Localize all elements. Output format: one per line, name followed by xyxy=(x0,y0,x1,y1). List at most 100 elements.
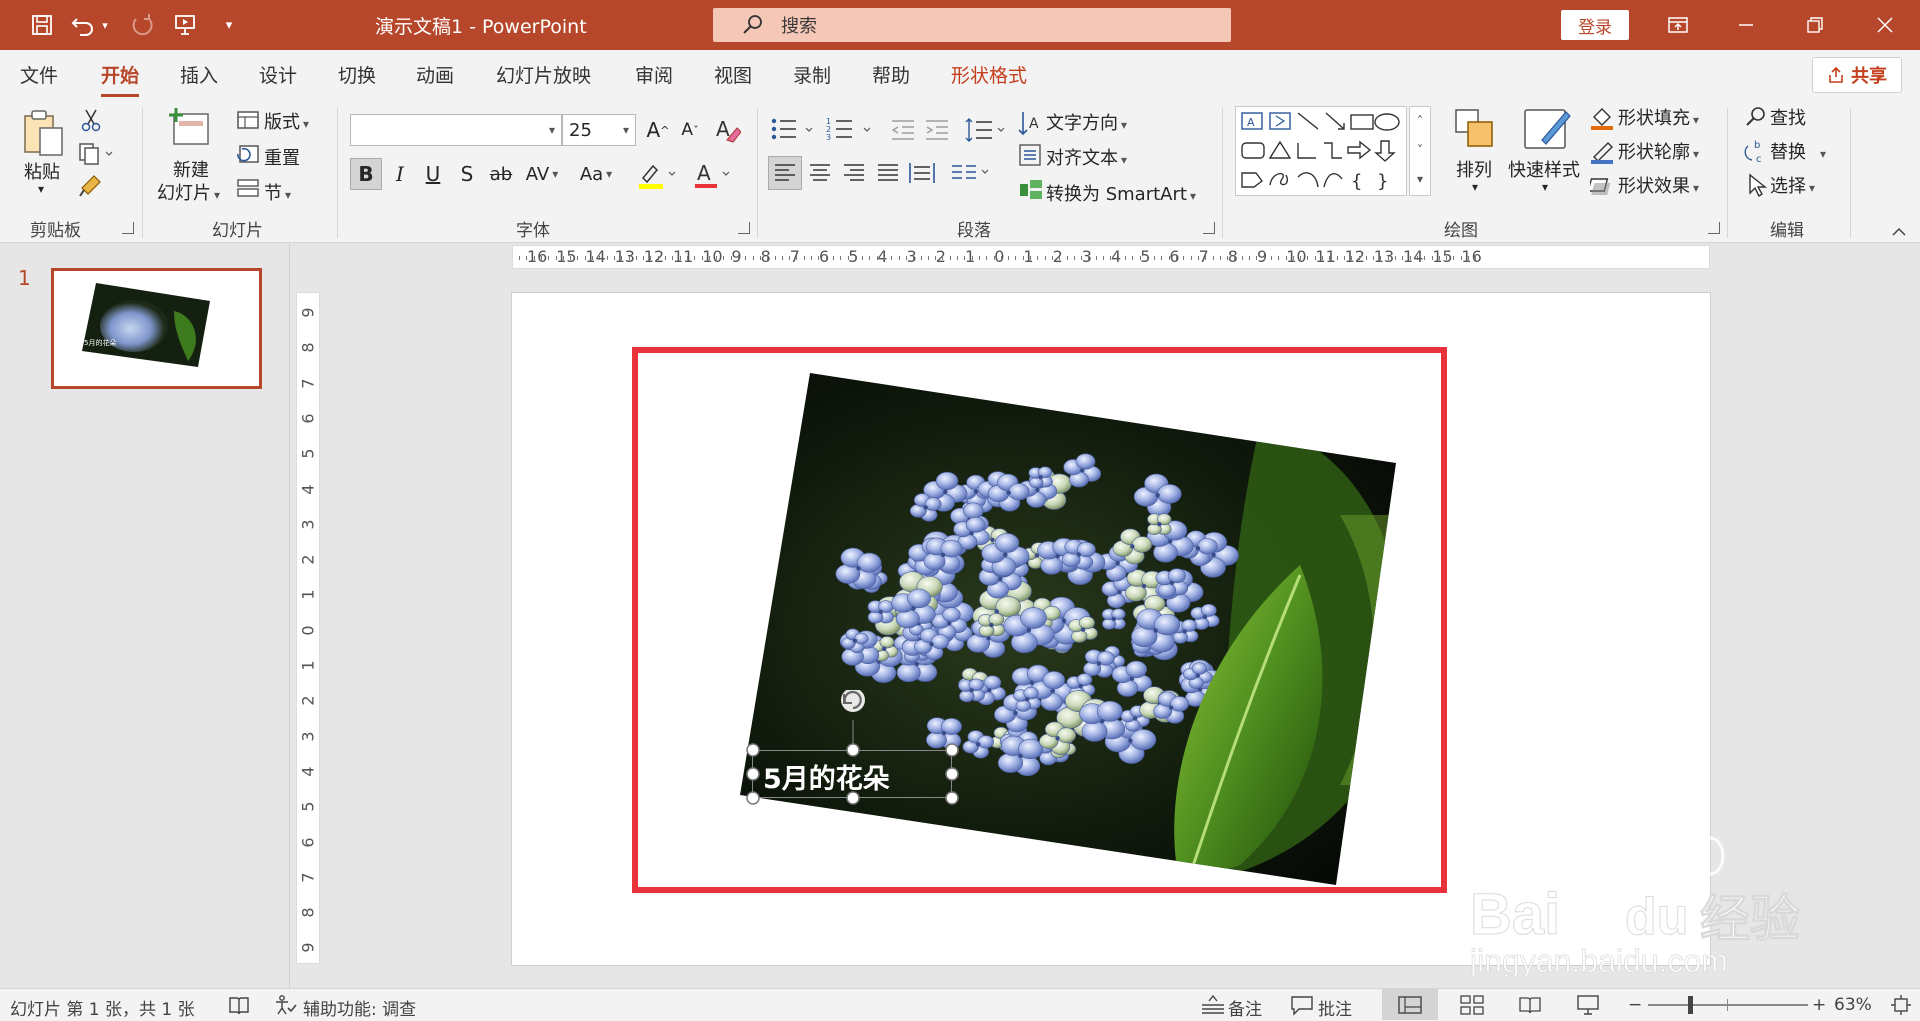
select-button[interactable]: 选择 ▾ xyxy=(1770,172,1815,198)
slide-thumbnail[interactable]: 5月的花朵 xyxy=(51,268,262,389)
underline-button[interactable]: U xyxy=(418,158,448,190)
ribbon-display-options-icon[interactable] xyxy=(1660,10,1696,40)
shapes-gallery[interactable]: A {} xyxy=(1235,106,1407,196)
share-button[interactable]: 共享 xyxy=(1812,57,1902,93)
quick-styles-label[interactable]: 快速样式 xyxy=(1508,156,1580,182)
accessibility-status[interactable]: 辅助功能: 调查 xyxy=(303,995,416,1020)
tab-record[interactable]: 录制 xyxy=(793,61,831,88)
quick-styles-dropdown-icon[interactable]: ▾ xyxy=(1542,180,1548,194)
font-size-dropdown-icon[interactable]: ▾ xyxy=(623,123,629,137)
fit-to-window-icon[interactable] xyxy=(1890,994,1912,1021)
smartart-icon[interactable] xyxy=(1018,178,1044,207)
reading-view-icon[interactable] xyxy=(1518,995,1542,1020)
slide-sorter-icon[interactable] xyxy=(1460,995,1484,1020)
select-icon[interactable] xyxy=(1746,173,1768,202)
customize-qat-icon[interactable]: ▾ xyxy=(215,11,243,39)
tab-help[interactable]: 帮助 xyxy=(872,61,910,88)
slideshow-view-icon[interactable] xyxy=(1576,994,1600,1021)
font-color-icon[interactable]: A xyxy=(693,160,735,195)
decrease-indent-icon[interactable] xyxy=(890,118,916,147)
align-text-button[interactable]: 对齐文本 ▾ xyxy=(1046,144,1127,170)
shrink-font-button[interactable]: Aˇ xyxy=(675,114,705,146)
close-icon[interactable] xyxy=(1867,10,1903,40)
paste-dropdown-icon[interactable]: ▾ xyxy=(38,182,44,196)
columns-icon[interactable] xyxy=(950,158,990,193)
justify-icon[interactable] xyxy=(872,157,904,194)
shape-fill-button[interactable]: 形状填充 ▾ xyxy=(1618,104,1699,130)
text-direction-button[interactable]: 文字方向 ▾ xyxy=(1046,109,1127,135)
align-center-icon[interactable] xyxy=(804,157,836,194)
layout-button[interactable]: 版式 ▾ xyxy=(264,108,309,134)
comments-button[interactable]: 批注 xyxy=(1318,995,1352,1020)
tab-animations[interactable]: 动画 xyxy=(416,61,454,88)
redo-icon[interactable] xyxy=(128,11,156,39)
shape-fill-icon[interactable] xyxy=(1590,105,1614,136)
zoom-slider-thumb[interactable] xyxy=(1688,996,1693,1014)
increase-indent-icon[interactable] xyxy=(924,118,950,147)
zoom-in-button[interactable]: + xyxy=(1812,995,1826,1015)
notes-icon[interactable] xyxy=(1200,993,1226,1020)
replace-button[interactable]: 替换 ▾ xyxy=(1770,138,1826,164)
undo-dropdown-icon[interactable]: ▾ xyxy=(98,11,112,39)
reset-icon[interactable] xyxy=(236,144,260,169)
shape-outline-icon[interactable] xyxy=(1590,139,1614,170)
tab-slideshow[interactable]: 幻灯片放映 xyxy=(496,61,591,88)
tab-design[interactable]: 设计 xyxy=(259,61,297,88)
minimize-icon[interactable] xyxy=(1728,10,1764,40)
align-left-button[interactable] xyxy=(768,156,802,190)
clear-formatting-icon[interactable]: A xyxy=(713,116,742,149)
save-icon[interactable] xyxy=(28,11,56,39)
search-box[interactable]: 搜索 xyxy=(713,8,1231,42)
find-button[interactable]: 查找 xyxy=(1770,104,1806,130)
layout-icon[interactable] xyxy=(236,110,260,135)
line-spacing-icon[interactable] xyxy=(964,116,1008,149)
paste-icon[interactable] xyxy=(22,108,66,163)
zoom-level[interactable]: 63% xyxy=(1834,995,1872,1015)
font-dialog-launcher[interactable] xyxy=(738,222,750,234)
arrange-icon[interactable] xyxy=(1452,106,1498,157)
font-name-combo[interactable]: ▾ xyxy=(350,114,562,146)
italic-button[interactable]: I xyxy=(385,158,415,190)
quick-styles-icon[interactable] xyxy=(1522,104,1572,159)
tab-transitions[interactable]: 切换 xyxy=(338,61,376,88)
tab-view[interactable]: 视图 xyxy=(714,61,752,88)
arrange-label[interactable]: 排列 xyxy=(1456,156,1492,182)
shape-effects-button[interactable]: 形状效果 ▾ xyxy=(1618,172,1699,198)
tab-file[interactable]: 文件 xyxy=(20,61,58,88)
new-slide-label-2[interactable]: 幻灯片 ▾ xyxy=(157,179,220,205)
section-button[interactable]: 节 ▾ xyxy=(264,179,291,205)
bullets-icon[interactable] xyxy=(770,116,814,147)
reset-button[interactable]: 重置 xyxy=(264,144,300,170)
convert-smartart-button[interactable]: 转换为 SmartArt ▾ xyxy=(1046,180,1196,206)
grow-font-button[interactable]: A ^ xyxy=(643,114,673,146)
highlight-icon[interactable] xyxy=(637,160,679,195)
comments-icon[interactable] xyxy=(1290,994,1314,1021)
undo-icon[interactable] xyxy=(70,11,98,39)
copy-icon[interactable] xyxy=(78,142,114,171)
selection-handles[interactable] xyxy=(740,690,965,810)
char-spacing-button[interactable]: AV ▾ xyxy=(522,158,562,190)
drawing-dialog-launcher[interactable] xyxy=(1708,222,1720,234)
align-right-icon[interactable] xyxy=(838,157,870,194)
replace-icon[interactable]: bc xyxy=(1744,138,1770,169)
bold-button[interactable]: B xyxy=(350,158,382,190)
tab-insert[interactable]: 插入 xyxy=(180,61,218,88)
new-slide-icon[interactable] xyxy=(166,106,212,155)
zoom-out-button[interactable]: − xyxy=(1628,995,1642,1015)
distributed-icon[interactable] xyxy=(906,157,938,194)
shapes-gallery-scroll[interactable]: ˄ ˅ ▾ xyxy=(1409,106,1431,196)
change-case-button[interactable]: Aa ▾ xyxy=(575,158,617,190)
strikethrough-button[interactable]: ab xyxy=(486,158,516,190)
format-painter-icon[interactable] xyxy=(78,174,104,203)
shape-outline-button[interactable]: 形状轮廓 ▾ xyxy=(1618,138,1699,164)
tab-review[interactable]: 审阅 xyxy=(635,61,673,88)
shape-effects-icon[interactable] xyxy=(1587,173,1614,202)
restore-icon[interactable] xyxy=(1797,10,1833,40)
font-size-combo[interactable]: 25 ▾ xyxy=(562,114,636,146)
clipboard-dialog-launcher[interactable] xyxy=(122,222,134,234)
tab-shape-format[interactable]: 形状格式 xyxy=(951,61,1027,88)
notes-button[interactable]: 备注 xyxy=(1228,995,1262,1020)
present-from-start-icon[interactable] xyxy=(171,11,199,39)
text-direction-icon[interactable]: A xyxy=(1018,108,1042,143)
tab-home[interactable]: 开始 xyxy=(101,61,140,97)
